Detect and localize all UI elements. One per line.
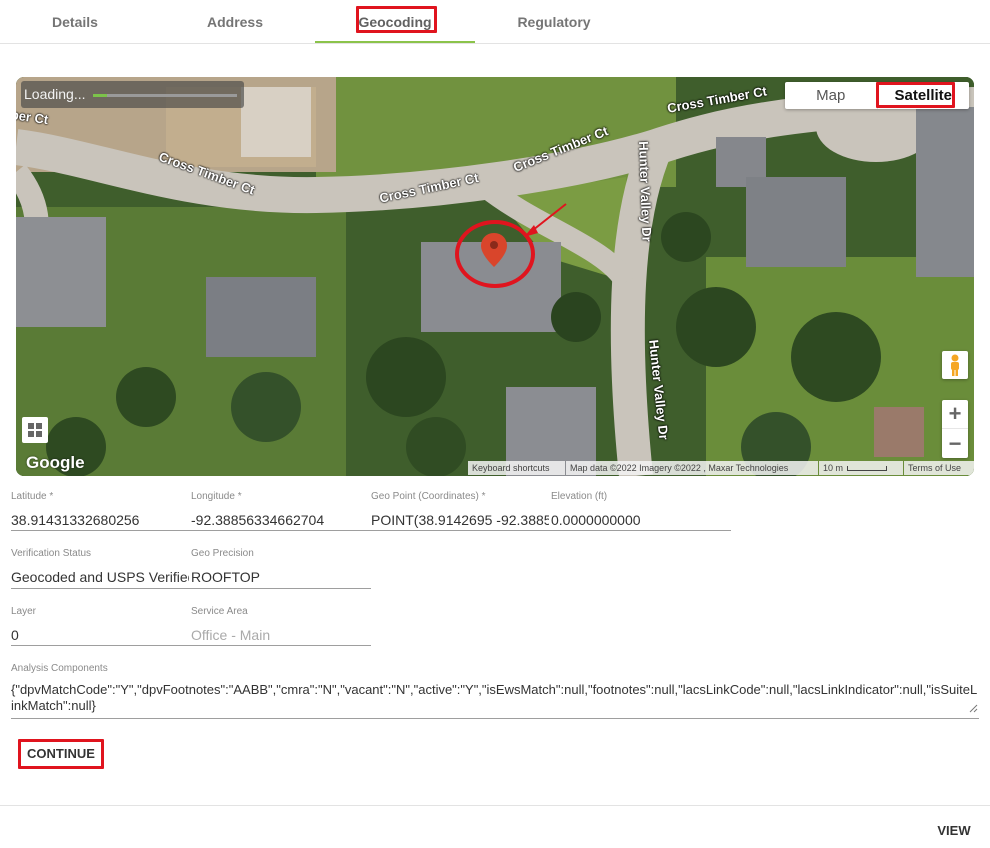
row1-underline	[11, 530, 731, 531]
elevation-value[interactable]: 0.0000000000	[551, 512, 729, 528]
loading-progress-bar	[93, 94, 237, 97]
longitude-value[interactable]: -92.38856334662704	[191, 512, 369, 528]
map-type-map-button[interactable]: Map	[785, 82, 878, 109]
geo-point-label: Geo Point (Coordinates) *	[371, 491, 486, 502]
google-logo: Google	[26, 453, 85, 472]
loading-text: Loading...	[24, 86, 86, 102]
tab-address[interactable]: Address	[155, 0, 315, 43]
layer-value[interactable]: 0	[11, 627, 189, 643]
geo-precision-value[interactable]: ROOFTOP	[191, 569, 369, 585]
continue-button[interactable]: CONTINUE	[20, 740, 102, 767]
scale-label: 10 m	[823, 463, 844, 473]
geo-point-field[interactable]: Geo Point (Coordinates) * POINT(38.91426…	[371, 491, 549, 528]
map-type-control: Map Satellite	[785, 82, 969, 109]
geo-precision-field[interactable]: Geo Precision ROOFTOP	[191, 548, 369, 585]
verification-status-field[interactable]: Verification Status Geocoded and USPS Ve…	[11, 548, 189, 585]
scale-bar	[847, 465, 888, 471]
tab-regulatory[interactable]: Regulatory	[474, 0, 634, 43]
terms-of-use-link[interactable]: Terms of Use	[904, 461, 974, 475]
zoom-out-button[interactable]: −	[942, 429, 968, 458]
row2-underline	[11, 588, 371, 589]
verification-status-label: Verification Status	[11, 548, 92, 559]
view-button[interactable]: VIEW	[930, 820, 978, 840]
longitude-label: Longitude *	[191, 491, 242, 502]
geo-precision-label: Geo Precision	[191, 548, 254, 559]
footer-divider	[0, 805, 990, 806]
map-attribution: Map data ©2022 Imagery ©2022 , Maxar Tec…	[566, 461, 818, 475]
analysis-underline	[11, 718, 979, 719]
latitude-value[interactable]: 38.91431332680256	[11, 512, 189, 528]
active-tab-indicator	[315, 41, 475, 43]
service-area-label: Service Area	[191, 606, 248, 617]
tab-geocoding[interactable]: Geocoding	[315, 0, 475, 43]
row3-underline	[11, 645, 371, 646]
longitude-field[interactable]: Longitude * -92.38856334662704	[191, 491, 369, 528]
latitude-label: Latitude *	[11, 491, 54, 502]
layer-field[interactable]: Layer 0	[11, 606, 189, 643]
keyboard-shortcuts-link[interactable]: Keyboard shortcuts	[468, 461, 565, 475]
street-view-pegman-icon[interactable]	[942, 351, 968, 379]
map-scale[interactable]: 10 m	[819, 461, 903, 475]
zoom-in-button[interactable]: +	[942, 400, 968, 429]
geo-point-value[interactable]: POINT(38.9142695 -92.3885!	[371, 512, 549, 528]
satellite-map[interactable]: ber Ct Cross Timber Ct Cross Timber Ct C…	[16, 77, 974, 476]
resize-handle-icon[interactable]	[969, 704, 978, 713]
layer-label: Layer	[11, 606, 37, 617]
elevation-label: Elevation (ft)	[551, 491, 608, 502]
map-type-satellite-button[interactable]: Satellite	[878, 82, 970, 109]
latitude-field[interactable]: Latitude * 38.91431332680256	[11, 491, 189, 528]
tab-details[interactable]: Details	[0, 0, 155, 43]
loading-indicator: Loading...	[21, 81, 244, 108]
analysis-components-label: Analysis Components	[11, 663, 108, 674]
elevation-field[interactable]: Elevation (ft) 0.0000000000	[551, 491, 729, 528]
map-layers-button[interactable]	[22, 417, 48, 443]
analysis-components-field: Analysis Components	[11, 663, 979, 674]
annotation-circle	[455, 220, 535, 288]
zoom-control: + −	[942, 400, 968, 458]
service-area-input[interactable]: Office - Main	[191, 627, 369, 643]
analysis-components-textarea[interactable]: {"dpvMatchCode":"Y","dpvFootnotes":"AABB…	[11, 682, 979, 714]
tab-bar: Details Address Geocoding Regulatory	[0, 0, 990, 44]
grid-icon	[28, 423, 42, 437]
verification-status-value[interactable]: Geocoded and USPS Verified	[11, 569, 189, 585]
service-area-field[interactable]: Service Area Office - Main	[191, 606, 369, 643]
